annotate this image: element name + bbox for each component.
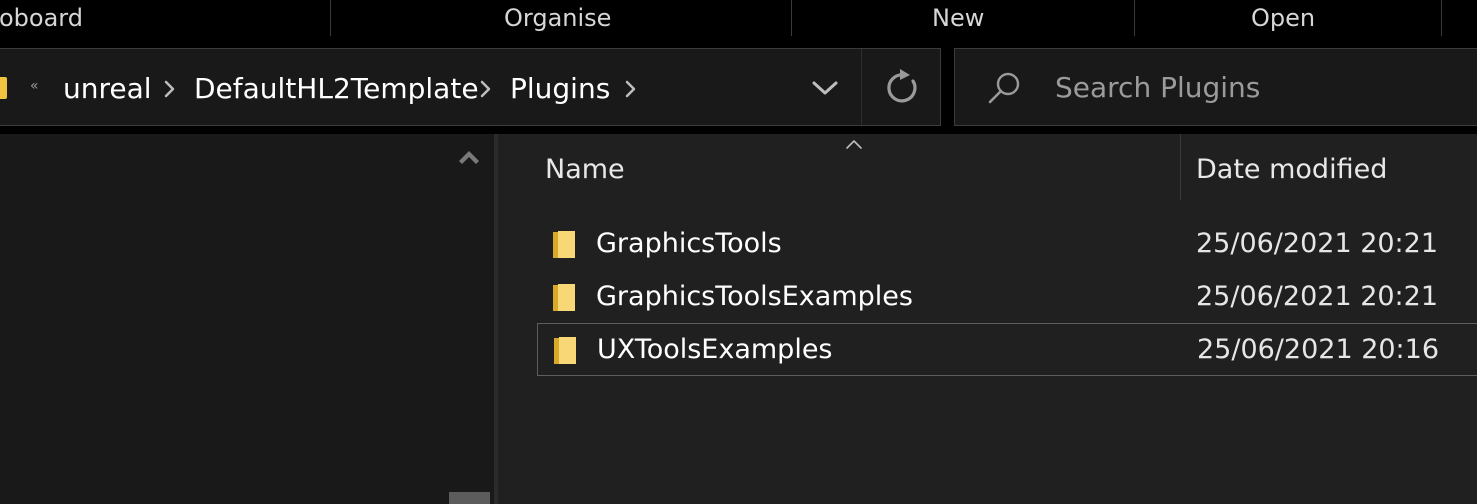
breadcrumb-overflow-button[interactable]: « [30, 71, 39, 101]
folder-icon [553, 231, 575, 258]
ribbon-group-open[interactable]: Open [1251, 0, 1315, 36]
file-date-modified: 25/06/2021 20:21 [1196, 228, 1439, 259]
breadcrumb-defaulthl2template[interactable]: DefaultHL2Template [194, 69, 479, 109]
search-box[interactable] [954, 48, 1477, 126]
search-input[interactable] [1055, 65, 1475, 109]
navigation-pane[interactable] [0, 134, 494, 504]
file-explorer-window: oboard Organise New Open « unreal Defaul… [0, 0, 1477, 504]
chevron-right-icon[interactable] [621, 78, 641, 100]
file-date-modified: 25/06/2021 20:21 [1196, 281, 1439, 312]
address-bar-divider [861, 49, 862, 125]
file-name: GraphicsToolsExamples [596, 281, 913, 312]
ribbon-group-organise[interactable]: Organise [504, 0, 611, 36]
column-separator[interactable] [1180, 134, 1181, 200]
ribbon-separator [791, 0, 792, 36]
file-date-modified: 25/06/2021 20:16 [1197, 334, 1440, 365]
chevron-up-icon[interactable] [455, 142, 483, 170]
column-header-date-modified[interactable]: Date modified [1196, 148, 1387, 192]
file-name: GraphicsTools [596, 228, 782, 259]
folder-icon [553, 284, 575, 311]
ribbon-separator [1134, 0, 1135, 36]
search-icon [988, 72, 1020, 104]
chevron-right-icon[interactable] [160, 78, 180, 100]
ribbon-group-new[interactable]: New [932, 0, 984, 36]
column-header-name[interactable]: Name [545, 148, 625, 192]
ribbon-separator [1441, 0, 1442, 36]
table-row-selected[interactable]: UXToolsExamples 25/06/2021 20:16 [537, 323, 1477, 376]
scrollbar-thumb[interactable] [449, 492, 490, 504]
refresh-icon[interactable] [872, 49, 934, 125]
file-name: UXToolsExamples [597, 334, 833, 365]
ribbon-separator [330, 0, 331, 36]
ribbon-group-labels: oboard Organise New Open [0, 0, 1477, 44]
sort-up-icon [846, 140, 862, 149]
chevron-right-icon[interactable] [476, 78, 496, 100]
folder-icon [0, 77, 7, 99]
table-row[interactable]: GraphicsTools 25/06/2021 20:21 [537, 218, 1477, 271]
address-bar[interactable]: « unreal DefaultHL2Template Plugins [0, 48, 941, 126]
file-list[interactable]: Name Date modified GraphicsTools 25/06/2… [498, 134, 1477, 504]
folder-icon [554, 337, 576, 364]
table-row[interactable]: GraphicsToolsExamples 25/06/2021 20:21 [537, 271, 1477, 324]
breadcrumb-plugins[interactable]: Plugins [510, 69, 610, 109]
chevron-down-icon[interactable] [799, 49, 861, 125]
ribbon-group-clipboard[interactable]: oboard [0, 0, 83, 36]
breadcrumb-unreal[interactable]: unreal [63, 69, 152, 109]
